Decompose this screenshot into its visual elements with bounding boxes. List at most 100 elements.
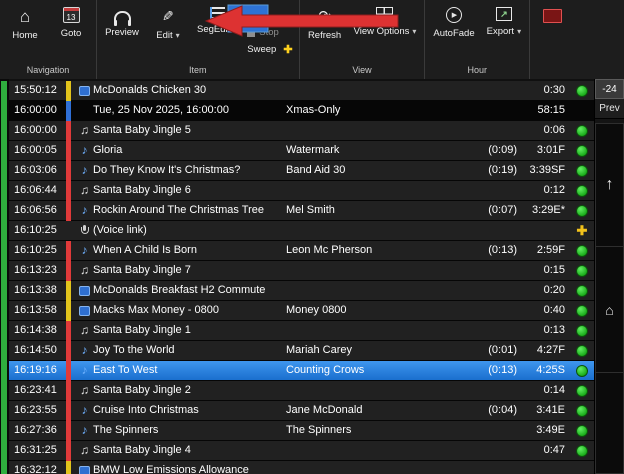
- item-type-cell: [76, 161, 93, 181]
- item-type-cell: [76, 421, 93, 441]
- playlist-row[interactable]: 15:50:12 McDonalds Chicken 30 0:30: [9, 80, 594, 101]
- playlist-row[interactable]: 16:23:41 Santa Baby Jingle 2 0:14: [9, 380, 594, 401]
- stack-item-label: Sweep: [247, 44, 277, 55]
- item-duration: 4:25S: [536, 364, 565, 376]
- playlist-row[interactable]: 16:06:44 Santa Baby Jingle 6 0:12: [9, 180, 594, 201]
- item-title: BMW Low Emissions Allowance: [93, 464, 249, 474]
- item-start-time: 16:00:00: [14, 124, 57, 136]
- log-list: 15:50:12 McDonalds Chicken 30 0:30 16:00:00…: [9, 79, 594, 474]
- prev-hour-button[interactable]: Prev: [595, 99, 624, 119]
- playlist-row[interactable]: 16:27:36 The Spinners The Spinners 3:49E: [9, 420, 594, 441]
- item-type-color-bar: [66, 160, 71, 181]
- edit-button[interactable]: Edit: [145, 0, 191, 43]
- onair-indicator-strip: [1, 81, 7, 474]
- playlist-row[interactable]: 16:10:25 (Voice link) ✚: [9, 221, 594, 241]
- item-type-cell: [76, 441, 93, 461]
- scroll-segment-up[interactable]: ↑: [595, 123, 624, 246]
- item-type-cell: [76, 261, 93, 281]
- toolbar-group-label: Navigation: [26, 65, 70, 75]
- status-ready-dot: [576, 204, 588, 217]
- item-duration: 3:39SF: [529, 164, 565, 176]
- hour-navigation-panel: -24 Prev ↑ ⌂: [594, 79, 624, 474]
- item-title: Macks Max Money - 0800: [93, 304, 219, 316]
- playlist-row[interactable]: 16:32:12 BMW Low Emissions Allowance: [9, 460, 594, 474]
- status-ready-dot: [576, 384, 588, 397]
- calendar-icon: 13: [62, 7, 80, 23]
- playlist-row[interactable]: 16:13:58 Macks Max Money - 0800 Money 0800…: [9, 300, 594, 321]
- item-type-cell: [76, 361, 93, 381]
- item-title: Cruise Into Christmas: [93, 404, 199, 416]
- item-start-time: 16:06:56: [14, 204, 57, 216]
- autofade-button[interactable]: AutoFade: [427, 0, 480, 41]
- item-duration: 0:40: [543, 304, 565, 316]
- refresh-button[interactable]: Refresh: [302, 0, 348, 43]
- item-start-time: 15:50:12: [14, 84, 57, 96]
- scroll-segment-home[interactable]: ⌂: [595, 246, 624, 372]
- item-title: Tue, 25 Nov 2025, 16:00:00: [93, 104, 229, 116]
- scroll-segment-lower[interactable]: [595, 372, 624, 474]
- home-button[interactable]: Home: [2, 0, 48, 43]
- playlist-row[interactable]: 16:13:38 McDonalds Breakfast H2 Commute 0:…: [9, 280, 594, 301]
- item-title: Joy To the World: [93, 344, 175, 356]
- item-type-color-bar: [66, 460, 71, 474]
- item-type-color-bar: [66, 380, 71, 401]
- item-status-cell: [570, 124, 594, 137]
- playlist-row[interactable]: 16:19:16 East To West Counting Crows (0:13)…: [9, 360, 594, 381]
- item-duration: 3:49E: [536, 424, 565, 436]
- view-options-button[interactable]: View Options: [348, 0, 423, 39]
- item-duration: 0:20: [543, 284, 565, 296]
- toolbar-group-hour: AutoFade Export Hour: [425, 0, 531, 79]
- preview-button[interactable]: Preview: [99, 0, 145, 40]
- stop-icon: [247, 28, 256, 37]
- playlist-row[interactable]: 16:14:50 Joy To the World Mariah Carey (0:0…: [9, 340, 594, 361]
- playlist-row[interactable]: 16:23:55 Cruise Into Christmas Jane McDona…: [9, 400, 594, 421]
- song-icon: [82, 201, 88, 221]
- hour-offset-badge: -24: [595, 79, 624, 99]
- playlist-row[interactable]: 16:00:00 Santa Baby Jingle 5 0:06: [9, 120, 594, 141]
- segedit-button[interactable]: SegEdit: [191, 0, 243, 37]
- item-duration: 0:14: [543, 384, 565, 396]
- current-hour-icon: ⌂: [605, 301, 614, 318]
- item-start-time: 16:32:12: [14, 464, 57, 474]
- export-button[interactable]: Export: [481, 0, 527, 39]
- item-title: Santa Baby Jingle 7: [93, 264, 191, 276]
- item-status-cell: [570, 244, 594, 257]
- advert-icon: [79, 285, 90, 296]
- jingle-icon: [80, 321, 89, 341]
- item-title: When A Child Is Born: [93, 244, 197, 256]
- item-title: Do They Know It's Christmas?: [93, 164, 241, 176]
- song-icon: [82, 241, 88, 261]
- hour-header-row[interactable]: 16:00:00 Tue, 25 Nov 2025, 16:00:00 Xmas-O…: [9, 100, 594, 121]
- playlist-row[interactable]: 16:31:25 Santa Baby Jingle 4 0:47: [9, 440, 594, 461]
- item-start-time: 16:03:06: [14, 164, 57, 176]
- stop-button[interactable]: Stop: [247, 24, 292, 41]
- playlist-row[interactable]: 16:06:56 Rockin Around The Christmas Tree…: [9, 200, 594, 221]
- playlist-row[interactable]: 16:13:23 Santa Baby Jingle 7 0:15: [9, 260, 594, 281]
- item-duration: 4:27F: [536, 344, 565, 356]
- pencil-icon: [162, 7, 174, 25]
- grid-icon: [376, 7, 394, 21]
- sweep-button[interactable]: Sweep: [247, 41, 292, 58]
- playlist-row[interactable]: 16:10:25 When A Child Is Born Leon Mc Pher…: [9, 240, 594, 261]
- playlist-row[interactable]: 16:14:38 Santa Baby Jingle 1 0:13: [9, 320, 594, 341]
- hour-scroll-track[interactable]: ↑ ⌂: [595, 123, 624, 474]
- status-ready-dot: [576, 144, 588, 157]
- toolbar-group-view: Refresh View Options View: [300, 0, 426, 79]
- add-voice-icon[interactable]: ✚: [577, 224, 588, 237]
- item-title: Santa Baby Jingle 4: [93, 444, 191, 456]
- playout-app-window: Home 13 Goto Navigation Preview Edit SegEdit St…: [0, 0, 624, 474]
- playlist-area: 15:50:12 McDonalds Chicken 30 0:30 16:00:00…: [0, 79, 624, 474]
- item-type-color-bar: [66, 340, 71, 361]
- item-intro-time: (0:13): [488, 364, 517, 376]
- item-intro-time: (0:07): [488, 204, 517, 216]
- playlist-row[interactable]: 16:03:06 Do They Know It's Christmas? Band…: [9, 160, 594, 181]
- song-icon: [82, 361, 88, 381]
- segedit-icon: [209, 7, 225, 19]
- item-status-cell: [570, 144, 594, 157]
- item-type-color-bar: [66, 120, 71, 141]
- goto-button[interactable]: 13 Goto: [48, 0, 94, 41]
- toolbar-button-label: Export: [487, 26, 521, 37]
- item-type-cell: [76, 305, 93, 316]
- playlist-row[interactable]: 16:00:05 Gloria Watermark (0:09) 3:01F: [9, 140, 594, 161]
- onair-screens-button[interactable]: [543, 9, 562, 28]
